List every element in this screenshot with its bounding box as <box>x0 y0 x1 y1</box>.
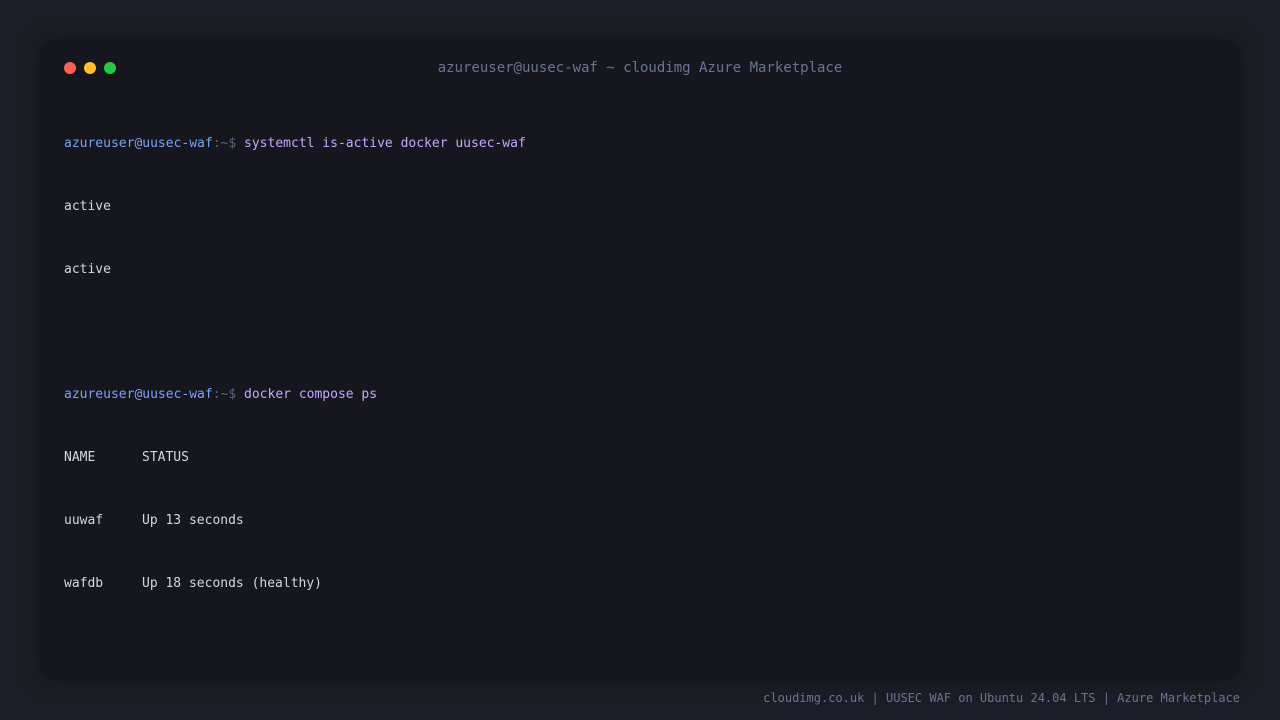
title-bar: azureuser@uusec-waf ~ cloudimg Azure Mar… <box>40 40 1240 96</box>
output-line: active <box>64 199 111 214</box>
command-text: docker compose ps <box>244 387 378 402</box>
prompt-user-host: azureuser@uusec-waf <box>64 136 213 151</box>
footer-caption: cloudimg.co.uk | UUSEC WAF on Ubuntu 24.… <box>763 691 1240 705</box>
window-title: azureuser@uusec-waf ~ cloudimg Azure Mar… <box>437 60 843 76</box>
container-status: Up 13 seconds <box>142 513 244 528</box>
table-header-row: NAME STATUS <box>64 447 1216 468</box>
output-line: active <box>64 262 111 277</box>
prompt-user-host: azureuser@uusec-waf <box>64 387 213 402</box>
column-header-name: NAME <box>64 450 96 465</box>
table-row: wafdb Up 18 seconds (healthy) <box>64 573 1216 594</box>
container-name: uuwaf <box>64 513 104 528</box>
prompt-suffix: :~$ <box>212 136 237 151</box>
container-name: wafdb <box>64 576 104 591</box>
prompt-line: azureuser@uusec-waf:~$ systemctl is-acti… <box>64 133 1216 154</box>
terminal-window: azureuser@uusec-waf ~ cloudimg Azure Mar… <box>40 40 1240 680</box>
column-header-status: STATUS <box>142 450 189 465</box>
table-row: uuwaf Up 13 seconds <box>64 510 1216 531</box>
prompt-suffix: :~$ <box>212 387 237 402</box>
command-text: systemctl is-active docker uusec-waf <box>244 136 526 151</box>
prompt-line: azureuser@uusec-waf:~$ docker compose ps <box>64 384 1216 405</box>
container-status: Up 18 seconds (healthy) <box>142 576 323 591</box>
terminal-output[interactable]: azureuser@uusec-waf:~$ systemctl is-acti… <box>64 91 1216 636</box>
